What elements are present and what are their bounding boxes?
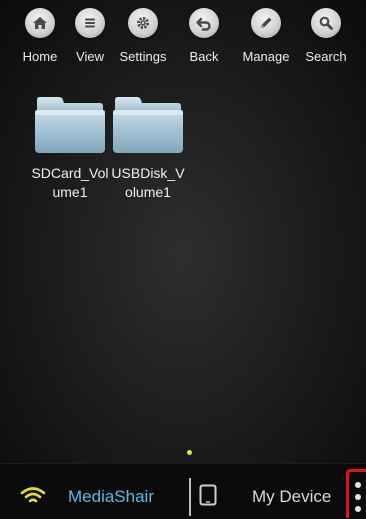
back-button[interactable]: Back <box>174 8 234 78</box>
tablet-device-icon <box>199 484 217 506</box>
search-icon <box>311 8 341 38</box>
folder-name: SDCard_Volume1 <box>31 165 109 200</box>
mediashair-label: MediaShair <box>68 487 154 506</box>
folder-sdcard-volume1[interactable]: SDCard_Volume1 <box>30 96 110 206</box>
gear-icon <box>128 8 158 38</box>
overflow-menu-button[interactable] <box>346 469 366 518</box>
manage-button[interactable]: Manage <box>236 8 296 78</box>
more-dot <box>355 506 361 512</box>
settings-label: Settings <box>119 49 167 64</box>
home-icon <box>25 8 55 38</box>
back-label: Back <box>189 49 219 64</box>
tab-divider <box>189 478 191 516</box>
folder-name: USBDisk_Volume1 <box>111 165 185 200</box>
settings-button[interactable]: Settings <box>113 8 173 78</box>
view-button[interactable]: View <box>60 8 120 78</box>
manage-label: Manage <box>242 49 290 64</box>
bottom-bar: MediaShair My Device <box>0 463 366 519</box>
more-dots-icon <box>355 482 361 488</box>
my-device-label: My Device <box>252 487 332 506</box>
pencil-icon <box>251 8 281 38</box>
page-indicator-dot <box>187 450 192 455</box>
search-label: Search <box>305 49 347 64</box>
back-arrow-icon <box>189 8 219 38</box>
list-icon <box>75 8 105 38</box>
more-dot <box>355 494 361 500</box>
view-label: View <box>76 49 104 64</box>
folder-usbdisk-volume1[interactable]: USBDisk_Volume1 <box>108 96 188 206</box>
tab-my-device[interactable]: My Device <box>192 464 346 519</box>
wifi-icon <box>20 487 46 503</box>
folder-icon <box>35 97 105 153</box>
tab-mediashair[interactable]: MediaShair <box>0 464 188 519</box>
toolbar: Home View Settings Back Manage Search <box>0 0 366 80</box>
file-browser-screen: Home View Settings Back Manage Search SD… <box>0 0 366 463</box>
folder-icon <box>113 97 183 153</box>
search-button[interactable]: Search <box>296 8 356 78</box>
